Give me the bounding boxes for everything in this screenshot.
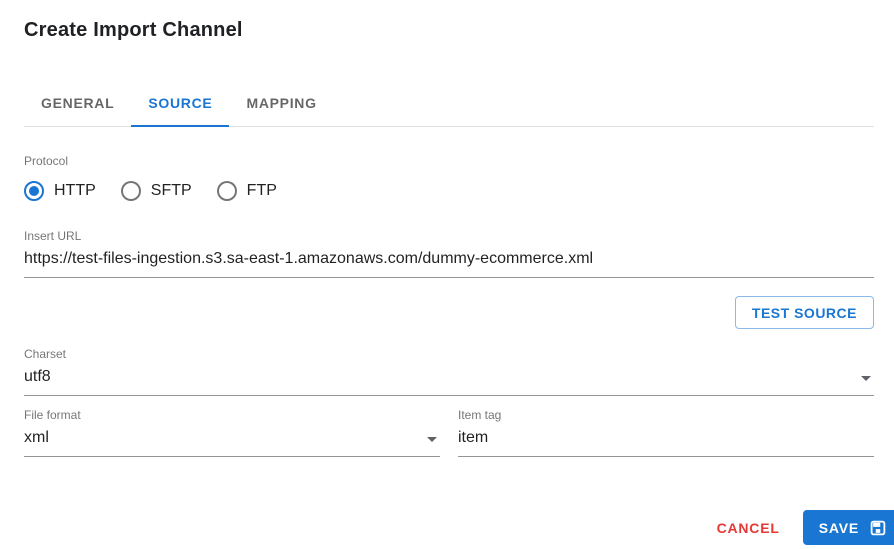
chevron-down-icon — [427, 437, 437, 442]
charset-label: Charset — [24, 347, 67, 361]
item-tag-label: Item tag — [458, 408, 502, 422]
cancel-button[interactable]: CANCEL — [713, 520, 784, 536]
dialog-actions: CANCEL SAVE — [713, 510, 894, 545]
tab-bar: GENERAL SOURCE MAPPING — [24, 79, 874, 127]
charset-value: utf8 — [24, 367, 874, 396]
protocol-radio-row: HTTP SFTP FTP — [24, 181, 874, 201]
create-import-channel-dialog: Create Import Channel GENERAL SOURCE MAP… — [0, 0, 894, 549]
insert-url-field: Insert URL https://test-files-ingestion.… — [24, 229, 874, 278]
file-format-value: xml — [24, 428, 440, 457]
tab-mapping[interactable]: MAPPING — [229, 79, 333, 126]
insert-url-input[interactable]: https://test-files-ingestion.s3.sa-east-… — [24, 249, 874, 278]
radio-sftp[interactable]: SFTP — [120, 181, 192, 201]
tab-source[interactable]: SOURCE — [131, 79, 230, 127]
page-title: Create Import Channel — [24, 19, 243, 41]
save-button-label: SAVE — [818, 519, 859, 536]
file-format-label: File format — [24, 408, 81, 422]
protocol-group: Protocol HTTP SFTP FTP — [24, 154, 874, 201]
insert-url-label: Insert URL — [24, 229, 82, 243]
radio-selected-icon — [24, 181, 44, 201]
radio-http-label: HTTP — [54, 182, 96, 199]
tab-general[interactable]: GENERAL — [24, 79, 131, 126]
radio-ftp[interactable]: FTP — [216, 181, 277, 201]
item-tag-field: Item tag item — [458, 408, 874, 457]
radio-http[interactable]: HTTP — [24, 181, 96, 201]
radio-unselected-icon — [216, 181, 237, 201]
chevron-down-icon — [861, 376, 871, 381]
save-icon — [869, 519, 887, 537]
radio-ftp-label: FTP — [246, 182, 277, 199]
protocol-label: Protocol — [24, 154, 69, 168]
test-source-button[interactable]: TEST SOURCE — [734, 296, 874, 329]
item-tag-input[interactable]: item — [458, 428, 874, 457]
radio-sftp-label: SFTP — [150, 182, 192, 199]
radio-unselected-icon — [120, 181, 141, 201]
save-button[interactable]: SAVE — [802, 510, 894, 545]
file-format-select[interactable]: File format xml — [24, 408, 440, 457]
charset-select[interactable]: Charset utf8 — [24, 347, 874, 396]
